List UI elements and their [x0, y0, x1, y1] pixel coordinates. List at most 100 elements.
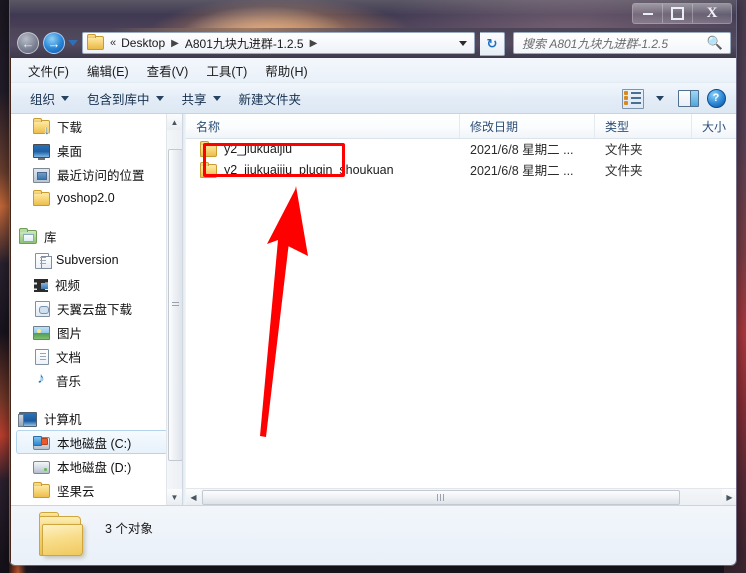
window-controls: X — [632, 3, 732, 24]
sidebar-item-music[interactable]: ♪ 音乐 — [11, 368, 168, 392]
refresh-icon: ↻ — [486, 36, 498, 51]
help-icon: ? — [706, 88, 726, 108]
forward-button[interactable]: → — [43, 32, 65, 54]
desktop-left-strip — [0, 0, 9, 573]
new-folder-button[interactable]: 新建文件夹 — [230, 85, 311, 112]
menu-edit[interactable]: 编辑(E) — [78, 58, 138, 83]
breadcrumb-item-current[interactable]: A801九块九进群-1.2.5 — [182, 35, 307, 52]
sidebar-item-label: 天翼云盘下载 — [57, 302, 133, 317]
chevron-down-icon — [656, 95, 664, 101]
scroll-down-button[interactable]: ▼ — [167, 489, 182, 505]
include-in-library-button[interactable]: 包含到库中 — [78, 85, 173, 112]
address-bar[interactable]: « Desktop ▶ A801九块九进群-1.2.5 ▶ — [82, 32, 475, 54]
sidebar-item-drive-c[interactable]: 本地磁盘 (C:) — [16, 430, 168, 454]
sidebar-item-desktop[interactable]: 桌面 — [11, 138, 168, 162]
sidebar-item-computer[interactable]: 计算机 — [11, 406, 168, 430]
sidebar-item-label: 文档 — [56, 350, 82, 365]
status-item-count: 3 个对象 — [105, 522, 153, 536]
scroll-right-button[interactable]: ▶ — [722, 489, 736, 505]
breadcrumb-item-desktop[interactable]: Desktop — [118, 36, 168, 50]
sidebar-item-videos[interactable]: 视频 — [11, 272, 168, 296]
subversion-icon — [35, 252, 52, 269]
file-name-cell[interactable]: y2_jiukuaijiu — [186, 140, 460, 157]
share-label: 共享 — [181, 92, 207, 107]
command-bar-right: ? — [619, 87, 736, 109]
chevron-down-icon — [155, 95, 164, 101]
file-date-cell: 2021/6/8 星期二 ... — [470, 164, 574, 178]
sidebar-item-label: 本地磁盘 (D:) — [57, 460, 132, 475]
sidebar-item-jianguoyun[interactable]: 坚果云 — [11, 478, 168, 502]
share-button[interactable]: 共享 — [173, 85, 230, 112]
menu-bar: 文件(F) 编辑(E) 查看(V) 工具(T) 帮助(H) — [11, 58, 736, 83]
navigation-pane-scrollbar[interactable]: ▲ ▼ — [166, 114, 182, 505]
preview-pane-button[interactable] — [675, 87, 701, 109]
back-button[interactable]: ← — [17, 32, 39, 54]
file-list-horizontal-scrollbar[interactable]: ◀ ▶ — [186, 488, 736, 505]
file-name-cell[interactable]: y2_jiukuaijiu_plugin_shoukuan — [186, 161, 460, 178]
cloud-drive-icon — [35, 300, 50, 317]
close-button[interactable]: X — [693, 4, 731, 23]
help-button[interactable]: ? — [703, 87, 729, 109]
view-options-icon — [621, 89, 644, 109]
pictures-icon — [33, 326, 50, 340]
system-drive-icon — [33, 436, 50, 450]
menu-tools[interactable]: 工具(T) — [197, 58, 256, 83]
file-date-cell: 2021/6/8 星期二 ... — [470, 143, 574, 157]
folder-icon — [87, 34, 104, 50]
command-bar: 组织 包含到库中 共享 新建文件夹 ? — [11, 83, 736, 114]
history-dropdown-icon[interactable] — [68, 40, 78, 46]
organize-button[interactable]: 组织 — [21, 85, 78, 112]
library-icon — [19, 228, 37, 244]
folder-icon — [200, 140, 217, 157]
column-header-size[interactable]: 大小 — [692, 114, 736, 138]
sidebar-item-drive-d[interactable]: 本地磁盘 (D:) — [11, 454, 168, 478]
maximize-button[interactable] — [663, 4, 693, 23]
menu-file[interactable]: 文件(F) — [19, 58, 78, 83]
table-row[interactable]: y2_jiukuaijiu 2021/6/8 星期二 ... 文件夹 — [186, 138, 736, 159]
minimize-button[interactable] — [633, 4, 663, 23]
breadcrumb-overflow[interactable]: « — [109, 37, 118, 49]
sidebar-item-label: 桌面 — [57, 144, 83, 159]
status-bar: 3 个对象 — [11, 505, 736, 565]
menu-help[interactable]: 帮助(H) — [256, 58, 316, 83]
scroll-up-button[interactable]: ▲ — [167, 114, 182, 130]
view-options-button[interactable] — [619, 87, 645, 109]
column-header-name[interactable]: 名称 — [186, 114, 460, 138]
sidebar-item-cloud-drive[interactable]: 天翼云盘下载 — [11, 296, 168, 320]
folder-icon — [200, 161, 217, 178]
column-header-type[interactable]: 类型 — [595, 114, 692, 138]
scroll-left-button[interactable]: ◀ — [186, 489, 201, 505]
sidebar-item-libraries[interactable]: 库 — [11, 224, 168, 248]
chevron-down-icon[interactable] — [459, 40, 467, 46]
file-list-pane: 名称 修改日期 类型 大小 y2_jiukuaijiu 2021/6/8 星期二… — [186, 114, 736, 505]
chevron-down-icon — [212, 95, 221, 101]
breadcrumb-separator-icon-2[interactable]: ▶ — [307, 38, 321, 49]
search-box[interactable]: 搜索 A801九块九进群-1.2.5 🔍 — [513, 32, 731, 54]
sidebar-item-pictures[interactable]: 图片 — [11, 320, 168, 344]
video-icon — [34, 278, 48, 292]
include-in-library-label: 包含到库中 — [87, 92, 150, 107]
scrollbar-thumb[interactable] — [202, 490, 680, 505]
view-dropdown-button[interactable] — [647, 87, 673, 109]
file-type-cell: 文件夹 — [605, 143, 643, 157]
forward-icon: → — [47, 35, 61, 51]
column-header-date[interactable]: 修改日期 — [460, 114, 595, 138]
table-row[interactable]: y2_jiukuaijiu_plugin_shoukuan 2021/6/8 星… — [186, 159, 736, 180]
desktop-icon — [33, 144, 50, 160]
sidebar-item-yoshop[interactable]: yoshop2.0 — [11, 186, 168, 210]
refresh-button[interactable]: ↻ — [480, 32, 505, 56]
close-icon: X — [706, 5, 718, 21]
breadcrumb-separator-icon[interactable]: ▶ — [168, 38, 182, 49]
sidebar-item-downloads[interactable]: 下载 — [11, 114, 168, 138]
sidebar-item-documents[interactable]: 文档 — [11, 344, 168, 368]
explorer-window: X ← → « Desktop ▶ A801九块九进群-1.2.5 ▶ ↻ 搜索… — [9, 0, 737, 566]
folder-icon — [33, 482, 50, 498]
search-input[interactable]: 搜索 A801九块九进群-1.2.5 — [522, 35, 668, 52]
sidebar-item-recent-places[interactable]: 最近访问的位置 — [11, 162, 168, 186]
address-toolbar: ← → « Desktop ▶ A801九块九进群-1.2.5 ▶ ↻ 搜索 A… — [10, 28, 736, 58]
sidebar-item-subversion[interactable]: Subversion — [11, 248, 168, 272]
sidebar-item-label: 坚果云 — [57, 484, 95, 499]
menu-view[interactable]: 查看(V) — [138, 58, 198, 83]
scrollbar-thumb[interactable] — [168, 149, 182, 461]
